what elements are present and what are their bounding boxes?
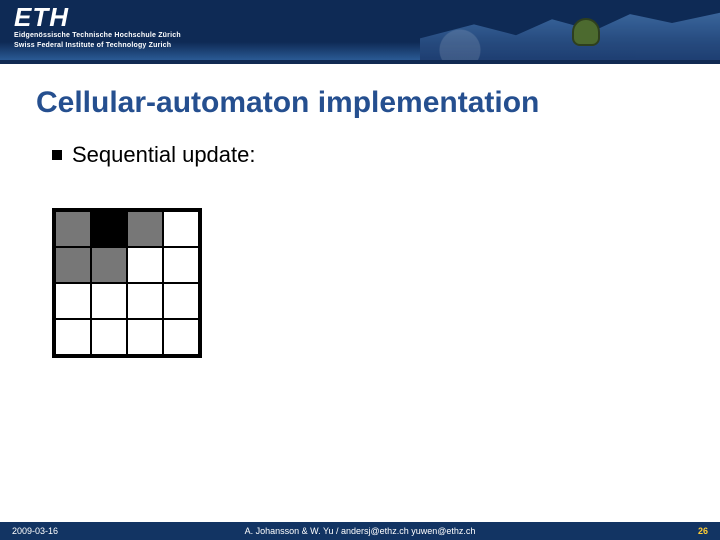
grid-cell [91,283,127,319]
grid-row [55,247,199,283]
footer-bar: 2009-03-16 A. Johansson & W. Yu / anders… [0,522,720,540]
header-band: ETH Eidgenössische Technische Hochschule… [0,0,720,64]
title-area: Cellular-automaton implementation [0,72,720,124]
slide-title: Cellular-automaton implementation [36,86,684,120]
grid-cell [127,319,163,355]
grid-cell [163,283,199,319]
grid-cell [163,319,199,355]
bullet-item: Sequential update: [52,142,668,168]
footer-date: 2009-03-16 [12,526,58,536]
eth-logo-text: ETH [14,4,181,30]
eth-logo: ETH Eidgenössische Technische Hochschule… [14,4,181,51]
grid-cell [91,247,127,283]
header-separator [0,64,720,72]
grid-cell [163,211,199,247]
grid-cell [163,247,199,283]
grid-cell [55,319,91,355]
bullet-text: Sequential update: [72,142,256,168]
header-photo-strip [420,0,720,64]
grid-row [55,283,199,319]
cellular-grid [52,208,202,358]
grid-cell [55,211,91,247]
grid-cell [127,283,163,319]
grid-cell [91,319,127,355]
grid-cell [55,283,91,319]
grid-cell [127,247,163,283]
header-dome-icon [572,18,600,46]
footer-page-number: 26 [698,526,708,536]
slide-body: Sequential update: [0,124,720,378]
grid-cell [55,247,91,283]
slide: ETH Eidgenössische Technische Hochschule… [0,0,720,540]
square-bullet-icon [52,150,62,160]
grid-row [55,319,199,355]
footer-authors: A. Johansson & W. Yu / andersj@ethz.ch y… [245,526,476,536]
eth-logo-subtitle-2: Swiss Federal Institute of Technology Zu… [14,42,181,50]
grid-cell [127,211,163,247]
grid-row [55,211,199,247]
grid-cell [91,211,127,247]
eth-logo-subtitle-1: Eidgenössische Technische Hochschule Zür… [14,32,181,40]
